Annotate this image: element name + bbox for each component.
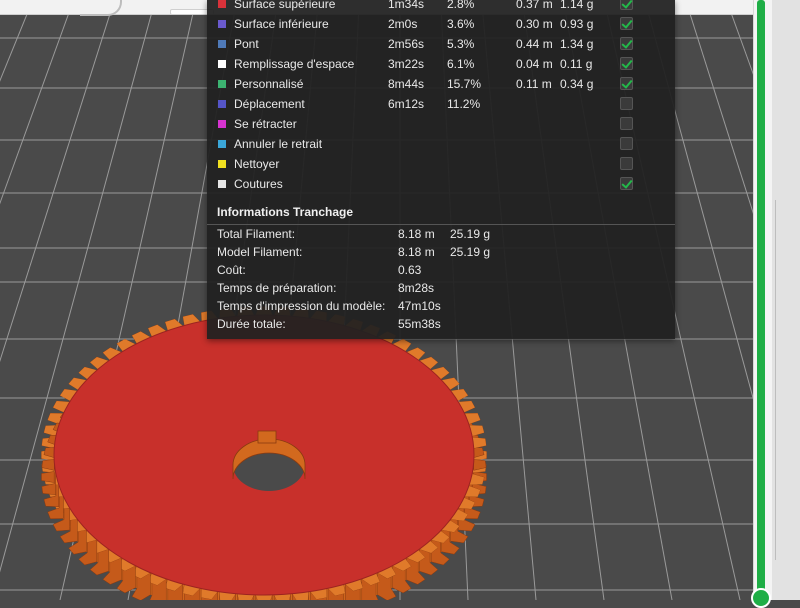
feature-time: 8m44s <box>388 77 425 91</box>
slice-info-row: Temps d'impression du modèle: 47m10s <box>217 297 667 315</box>
feature-time: 2m0s <box>388 17 418 31</box>
color-swatch <box>218 60 226 68</box>
side-panel-divider <box>775 200 776 560</box>
feature-percent: 3.6% <box>447 17 475 31</box>
feature-name: Surface supérieure <box>234 0 336 11</box>
color-swatch <box>218 140 226 148</box>
color-swatch <box>218 120 226 128</box>
feature-weight: 1.34 g <box>560 37 594 51</box>
layer-slider-handle[interactable] <box>751 588 771 608</box>
info-value: 8.18 m <box>398 227 435 241</box>
feature-length: 0.44 m <box>516 37 553 51</box>
feature-row: Déplacement 6m12s 11.2% <box>207 94 675 114</box>
feature-weight: 1.14 g <box>560 0 594 11</box>
color-swatch <box>218 180 226 188</box>
visibility-checkbox[interactable] <box>620 137 633 150</box>
feature-percent: 6.1% <box>447 57 475 71</box>
toolbar-curve <box>80 0 122 16</box>
side-panel-edge <box>772 0 800 600</box>
slice-info-row: Durée totale: 55m38s <box>217 315 667 333</box>
feature-name: Déplacement <box>234 97 305 111</box>
feature-length: 0.30 m <box>516 17 553 31</box>
feature-name: Annuler le retrait <box>234 137 323 151</box>
layer-slider-range[interactable] <box>757 0 765 594</box>
slice-info-row: Model Filament: 8.18 m 25.19 g <box>217 243 667 261</box>
visibility-checkbox[interactable] <box>620 97 633 110</box>
info-value: 8m28s <box>398 281 435 295</box>
feature-percent: 11.2% <box>447 97 481 111</box>
visibility-checkbox[interactable] <box>620 0 633 10</box>
feature-weight: 0.34 g <box>560 77 594 91</box>
feature-name: Surface inférieure <box>234 17 329 31</box>
info-label: Model Filament: <box>217 245 303 259</box>
info-value: 0.63 <box>398 263 422 277</box>
feature-time: 1m34s <box>388 0 425 11</box>
feature-row: Remplissage d'espace 3m22s 6.1% 0.04 m 0.11 … <box>207 54 675 74</box>
color-swatch <box>218 80 226 88</box>
feature-percent: 5.3% <box>447 37 475 51</box>
info-value: 8.18 m <box>398 245 435 259</box>
color-swatch <box>218 100 226 108</box>
feature-time: 2m56s <box>388 37 425 51</box>
info-label: Total Filament: <box>217 227 296 241</box>
slice-info-row: Coût: 0.63 <box>217 261 667 279</box>
info-label: Coût: <box>217 263 246 277</box>
color-swatch <box>218 160 226 168</box>
feature-time: 3m22s <box>388 57 425 71</box>
feature-percent: 15.7% <box>447 77 482 91</box>
slice-info-row: Temps de préparation: 8m28s <box>217 279 667 297</box>
feature-length: 0.04 m <box>516 57 553 71</box>
visibility-checkbox[interactable] <box>620 57 633 70</box>
gear-tooth-top <box>255 594 273 604</box>
info-value: 47m10s <box>398 299 441 313</box>
feature-weight: 0.93 g <box>560 17 594 31</box>
feature-name: Personnalisé <box>234 77 304 91</box>
slice-legend-panel: Surface supérieure 1m34s 2.8% 0.37 m 1.14 gS… <box>207 0 675 339</box>
info-label: Temps de préparation: <box>217 281 337 295</box>
feature-length: 0.37 m <box>516 0 553 11</box>
feature-name: Pont <box>234 37 259 51</box>
visibility-checkbox[interactable] <box>620 157 633 170</box>
color-swatch <box>218 40 226 48</box>
feature-row: Se rétracter <box>207 114 675 134</box>
feature-row: Pont 2m56s 5.3% 0.44 m 1.34 g <box>207 34 675 54</box>
gear-keyway <box>257 430 277 444</box>
visibility-checkbox[interactable] <box>620 17 633 30</box>
feature-name: Nettoyer <box>234 157 280 171</box>
feature-row: Coutures <box>207 174 675 194</box>
info-value-secondary: 25.19 g <box>450 227 491 241</box>
visibility-checkbox[interactable] <box>620 37 633 50</box>
feature-weight: 0.11 g <box>560 57 593 71</box>
info-label: Durée totale: <box>217 317 286 331</box>
feature-time: 6m12s <box>388 97 425 111</box>
feature-name: Remplissage d'espace <box>234 57 355 71</box>
feature-row: Surface supérieure 1m34s 2.8% 0.37 m 1.14 g <box>207 0 675 14</box>
feature-percent: 2.8% <box>447 0 475 11</box>
feature-row: Nettoyer <box>207 154 675 174</box>
info-value: 55m38s <box>398 317 441 331</box>
feature-name: Coutures <box>234 177 283 191</box>
slice-info-title: Informations Tranchage <box>217 205 354 219</box>
feature-row: Annuler le retrait <box>207 134 675 154</box>
feature-row: Personnalisé 8m44s 15.7% 0.11 m 0.34 g <box>207 74 675 94</box>
visibility-checkbox[interactable] <box>620 177 633 190</box>
slice-info-row: Total Filament: 8.18 m 25.19 g <box>217 225 667 243</box>
feature-name: Se rétracter <box>234 117 297 131</box>
feature-row: Surface inférieure 2m0s 3.6% 0.30 m 0.93 g <box>207 14 675 34</box>
feature-length: 0.11 m <box>516 77 552 91</box>
visibility-checkbox[interactable] <box>620 77 633 90</box>
color-swatch <box>218 0 226 8</box>
visibility-checkbox[interactable] <box>620 117 633 130</box>
info-value-secondary: 25.19 g <box>450 245 491 259</box>
color-swatch <box>218 20 226 28</box>
info-label: Temps d'impression du modèle: <box>217 299 386 313</box>
